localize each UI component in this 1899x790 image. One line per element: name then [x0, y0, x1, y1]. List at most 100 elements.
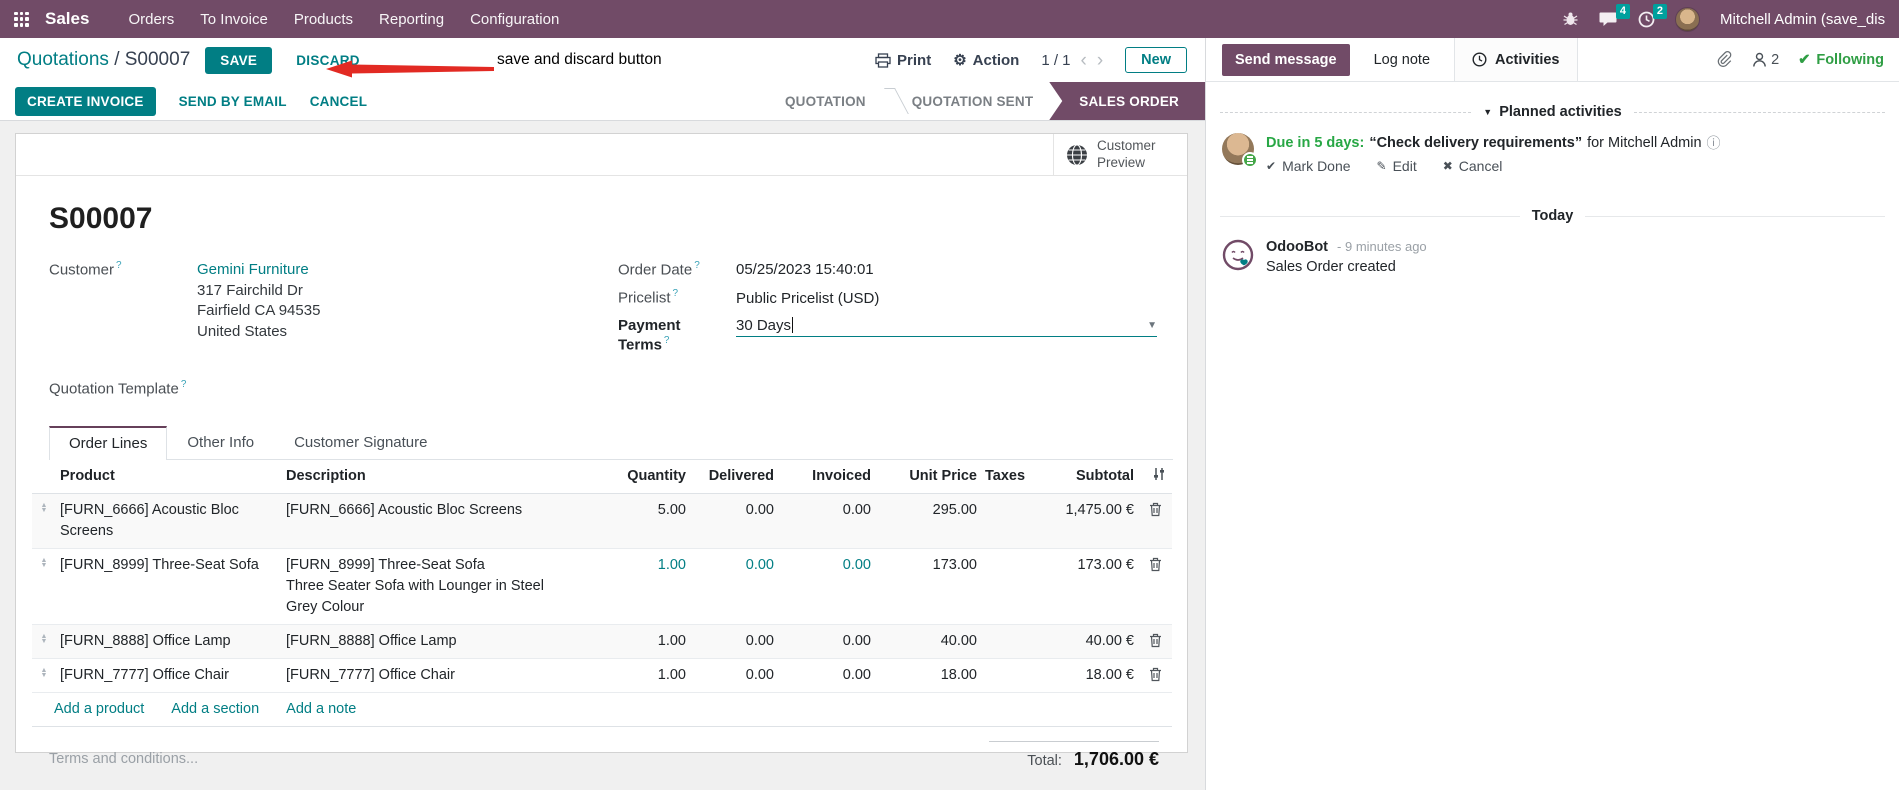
drag-handle-icon[interactable]: ▲ ▼: [32, 494, 56, 514]
action-button[interactable]: ⚙ Action: [953, 51, 1019, 70]
messages-icon[interactable]: 4: [1599, 4, 1630, 27]
app-name[interactable]: Sales: [45, 9, 89, 29]
breadcrumb-quotations[interactable]: Quotations: [17, 49, 109, 70]
cell-quantity[interactable]: 5.00: [565, 494, 690, 527]
add-product-link[interactable]: Add a product: [54, 701, 144, 717]
attachment-paperclip-icon[interactable]: [1716, 50, 1733, 69]
cell-product[interactable]: [FURN_6666] Acoustic Bloc Screens: [56, 494, 282, 548]
save-button[interactable]: SAVE: [205, 46, 273, 74]
menu-reporting[interactable]: Reporting: [379, 11, 444, 28]
tab-other-info[interactable]: Other Info: [167, 426, 274, 459]
cell-delivered[interactable]: 0.00: [690, 494, 778, 527]
table-row[interactable]: ▲ ▼ [FURN_8999] Three-Seat Sofa [FURN_899…: [32, 549, 1172, 626]
col-invoiced[interactable]: Invoiced: [778, 460, 875, 493]
cell-description[interactable]: [FURN_8888] Office Lamp: [282, 625, 565, 658]
col-product[interactable]: Product: [56, 460, 282, 493]
user-avatar[interactable]: [1675, 6, 1700, 32]
terms-and-conditions-placeholder[interactable]: Terms and conditions...: [49, 751, 198, 770]
cell-taxes[interactable]: [981, 659, 1043, 671]
send-message-button[interactable]: Send message: [1222, 43, 1350, 76]
cell-taxes[interactable]: [981, 625, 1043, 637]
delete-row-icon[interactable]: [1138, 494, 1172, 517]
cell-invoiced[interactable]: 0.00: [778, 659, 875, 692]
menu-products[interactable]: Products: [294, 11, 353, 28]
cell-product[interactable]: [FURN_8888] Office Lamp: [56, 625, 282, 658]
table-row[interactable]: ▲ ▼ [FURN_6666] Acoustic Bloc Screens [FU…: [32, 494, 1172, 550]
order-date-value[interactable]: 05/25/2023 15:40:01: [736, 261, 874, 278]
cell-description[interactable]: [FURN_6666] Acoustic Bloc Screens: [282, 494, 565, 527]
cell-unit-price[interactable]: 18.00: [875, 659, 981, 692]
cancel-activity-button[interactable]: ✖ Cancel: [1443, 158, 1503, 174]
edit-activity-button[interactable]: ✎ Edit: [1377, 158, 1417, 174]
drag-handle-icon[interactable]: ▲ ▼: [32, 549, 56, 569]
odoobot-avatar[interactable]: [1222, 239, 1254, 271]
cell-quantity[interactable]: 1.00: [565, 549, 690, 582]
message-author[interactable]: OdooBot: [1266, 239, 1328, 255]
cell-delivered[interactable]: 0.00: [690, 625, 778, 658]
activities-clock-icon[interactable]: 2: [1638, 3, 1667, 28]
menu-to-invoice[interactable]: To Invoice: [200, 11, 268, 28]
state-sales-order[interactable]: SALES ORDER: [1049, 82, 1205, 120]
col-description[interactable]: Description: [282, 460, 565, 493]
cell-taxes[interactable]: [981, 549, 1043, 561]
following-button[interactable]: ✔ Following: [1798, 52, 1884, 68]
cell-delivered[interactable]: 0.00: [690, 659, 778, 692]
cell-description[interactable]: [FURN_7777] Office Chair: [282, 659, 565, 692]
cancel-button[interactable]: CANCEL: [310, 94, 367, 109]
tab-customer-signature[interactable]: Customer Signature: [274, 426, 447, 459]
pager-next-icon[interactable]: ›: [1097, 51, 1103, 70]
new-button[interactable]: New: [1125, 47, 1187, 73]
payment-terms-input[interactable]: 30 Days ▼: [736, 317, 1157, 337]
dropdown-caret-icon[interactable]: ▼: [1147, 320, 1157, 331]
delete-row-icon[interactable]: [1138, 659, 1172, 682]
cell-unit-price[interactable]: 173.00: [875, 549, 981, 582]
cell-unit-price[interactable]: 295.00: [875, 494, 981, 527]
cell-quantity[interactable]: 1.00: [565, 625, 690, 658]
drag-handle-icon[interactable]: ▲ ▼: [32, 625, 56, 645]
col-subtotal[interactable]: Subtotal: [1043, 460, 1138, 493]
customer-preview-button[interactable]: Customer Preview: [1053, 134, 1187, 175]
delete-row-icon[interactable]: [1138, 625, 1172, 648]
cell-quantity[interactable]: 1.00: [565, 659, 690, 692]
mark-done-button[interactable]: ✔ Mark Done: [1266, 158, 1351, 174]
menu-configuration[interactable]: Configuration: [470, 11, 559, 28]
cell-invoiced[interactable]: 0.00: [778, 549, 875, 582]
print-button[interactable]: Print: [875, 52, 931, 69]
cell-invoiced[interactable]: 0.00: [778, 625, 875, 658]
log-note-button[interactable]: Log note: [1374, 52, 1430, 68]
col-quantity[interactable]: Quantity: [565, 460, 690, 493]
create-invoice-button[interactable]: CREATE INVOICE: [15, 86, 156, 116]
activities-button[interactable]: Activities: [1454, 38, 1578, 81]
debug-bug-icon[interactable]: [1562, 11, 1579, 27]
menu-orders[interactable]: Orders: [128, 11, 174, 28]
state-quotation-sent[interactable]: QUOTATION SENT: [896, 82, 1050, 120]
cell-product[interactable]: [FURN_7777] Office Chair: [56, 659, 282, 692]
table-row[interactable]: ▲ ▼ [FURN_7777] Office Chair [FURN_7777] …: [32, 659, 1172, 694]
state-quotation[interactable]: QUOTATION: [769, 82, 882, 120]
info-icon[interactable]: ⓘ: [1707, 133, 1721, 153]
followers-button[interactable]: 2: [1752, 52, 1779, 68]
col-delivered[interactable]: Delivered: [690, 460, 778, 493]
cell-description[interactable]: [FURN_8999] Three-Seat Sofa Three Seater…: [282, 549, 565, 624]
send-by-email-button[interactable]: SEND BY EMAIL: [179, 94, 287, 109]
delete-row-icon[interactable]: [1138, 549, 1172, 572]
drag-handle-icon[interactable]: ▲ ▼: [32, 659, 56, 679]
apps-grid-icon[interactable]: [14, 11, 29, 27]
pager-previous-icon[interactable]: ‹: [1081, 51, 1087, 70]
add-section-link[interactable]: Add a section: [171, 701, 259, 717]
cell-unit-price[interactable]: 40.00: [875, 625, 981, 658]
cell-invoiced[interactable]: 0.00: [778, 494, 875, 527]
table-row[interactable]: ▲ ▼ [FURN_8888] Office Lamp [FURN_8888] O…: [32, 625, 1172, 660]
col-taxes[interactable]: Taxes: [981, 460, 1043, 493]
planned-activities-toggle[interactable]: ▼ Planned activities: [1483, 104, 1621, 120]
cell-taxes[interactable]: [981, 494, 1043, 506]
col-unit-price[interactable]: Unit Price: [875, 460, 981, 493]
add-note-link[interactable]: Add a note: [286, 701, 356, 717]
tab-order-lines[interactable]: Order Lines: [49, 426, 168, 461]
optional-columns-icon[interactable]: [1138, 460, 1172, 481]
cell-delivered[interactable]: 0.00: [690, 549, 778, 582]
cell-product[interactable]: [FURN_8999] Three-Seat Sofa: [56, 549, 282, 582]
customer-name-link[interactable]: Gemini Furniture: [197, 260, 320, 281]
user-name[interactable]: Mitchell Admin (save_discar: [1720, 11, 1885, 28]
pricelist-value[interactable]: Public Pricelist (USD): [736, 290, 879, 307]
